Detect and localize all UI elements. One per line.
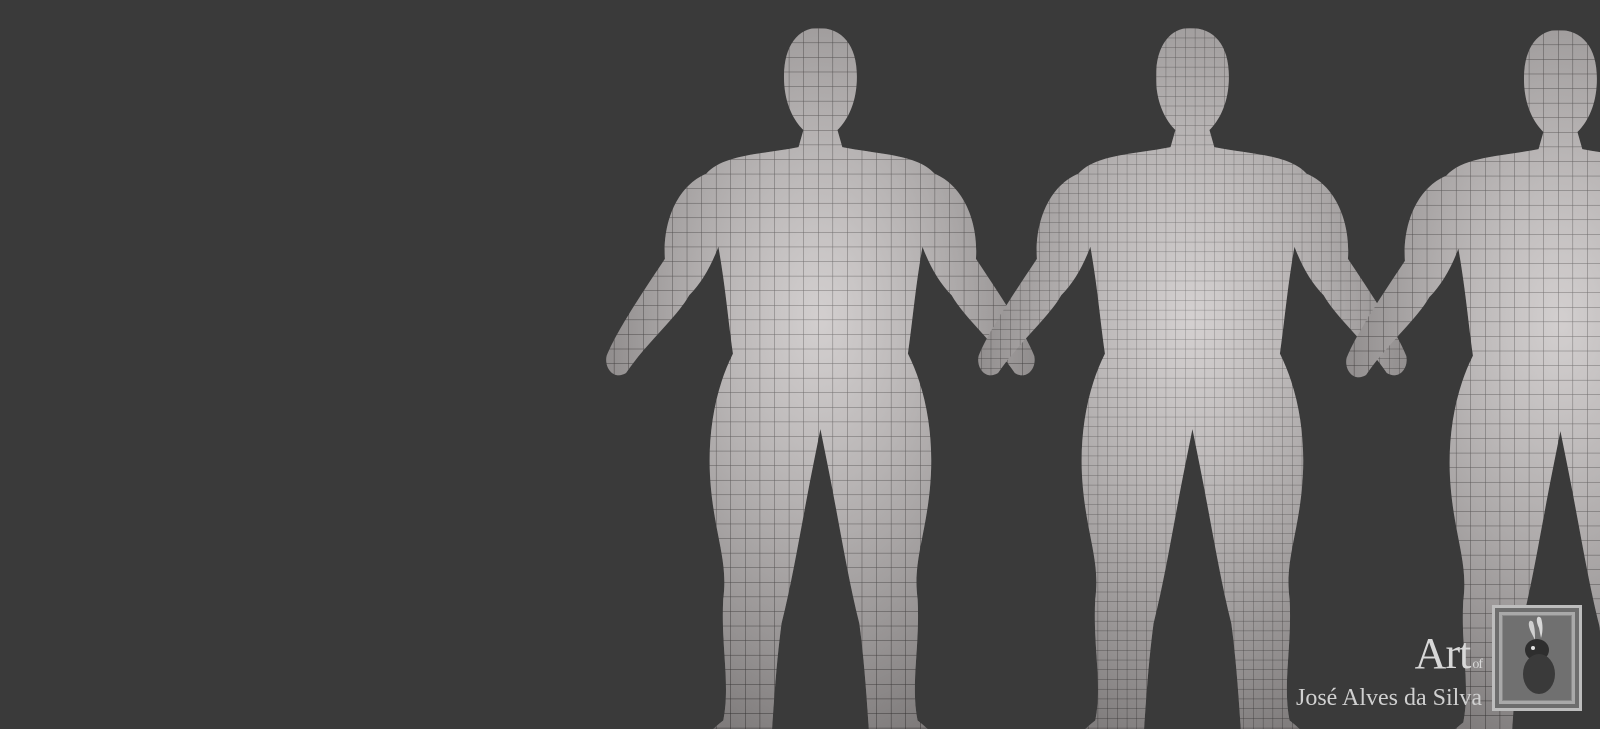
render-stage (0, 0, 1600, 729)
signature-name: José Alves da Silva (1296, 685, 1482, 711)
framed-rabbit-icon (1492, 605, 1582, 711)
artist-signature: Art of José Alves da Silva (1296, 632, 1483, 712)
signature-art: Art (1414, 629, 1472, 678)
front-view-high-detail (978, 28, 1406, 729)
signature-of: of (1472, 657, 1483, 672)
signature-art-line: Art of (1296, 632, 1483, 685)
front-view-low-detail (606, 28, 1034, 729)
